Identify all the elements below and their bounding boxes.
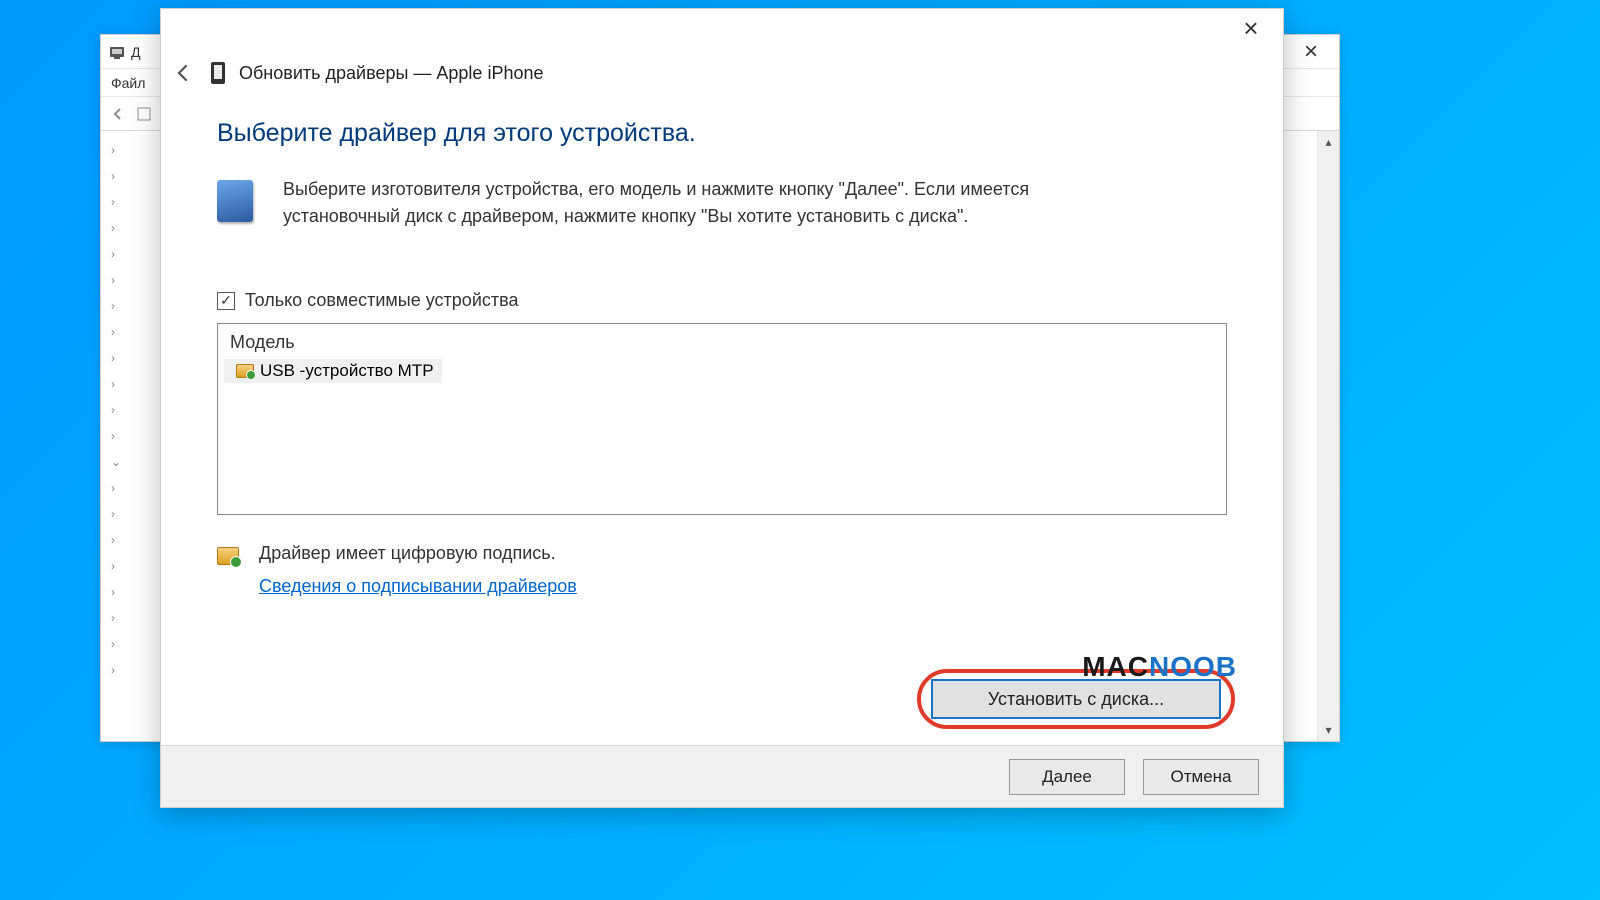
- dialog-titlebar: ×: [161, 9, 1283, 53]
- compatible-checkbox[interactable]: ✓: [217, 292, 235, 310]
- scroll-up-icon[interactable]: ▴: [1318, 131, 1339, 153]
- watermark-part2: NOOB: [1149, 651, 1237, 682]
- device-icon: [217, 180, 253, 222]
- watermark-part1: MAC: [1082, 651, 1149, 682]
- list-item-label: USB -устройство MTP: [260, 361, 434, 381]
- dialog-header: Обновить драйверы — Apple iPhone: [161, 53, 1283, 93]
- scroll-down-icon[interactable]: ▾: [1318, 719, 1339, 741]
- instruction-row: Выберите изготовителя устройства, его мо…: [217, 176, 1227, 230]
- model-listbox[interactable]: Модель USB -устройство MTP: [217, 323, 1227, 515]
- update-driver-dialog: × Обновить драйверы — Apple iPhone Выбер…: [160, 8, 1284, 808]
- list-item[interactable]: USB -устройство MTP: [224, 359, 442, 383]
- signature-link[interactable]: Сведения о подписывании драйверов: [259, 576, 577, 597]
- back-arrow-icon[interactable]: [169, 59, 197, 87]
- mtp-device-icon: [236, 364, 254, 378]
- toolbar-button[interactable]: [133, 103, 155, 125]
- compatible-checkbox-row: ✓ Только совместимые устройства: [217, 290, 1227, 311]
- menu-file[interactable]: Файл: [111, 75, 145, 91]
- device-manager-icon: [109, 44, 125, 60]
- dialog-body: Выберите драйвер для этого устройства. В…: [161, 93, 1283, 745]
- listbox-header: Модель: [218, 324, 1226, 359]
- next-button[interactable]: Далее: [1009, 759, 1125, 795]
- dialog-close-button[interactable]: ×: [1231, 13, 1271, 47]
- scrollbar[interactable]: ▴ ▾: [1317, 131, 1339, 741]
- install-from-disk-button[interactable]: Установить с диска...: [931, 679, 1221, 719]
- dialog-footer: Далее Отмена: [161, 745, 1283, 807]
- page-heading: Выберите драйвер для этого устройства.: [217, 119, 1227, 148]
- toolbar-back-icon[interactable]: [107, 103, 129, 125]
- signature-row: Драйвер имеет цифровую подпись. Сведения…: [217, 543, 1227, 597]
- compatible-checkbox-label: Только совместимые устройства: [245, 290, 519, 311]
- cancel-button[interactable]: Отмена: [1143, 759, 1259, 795]
- signature-icon: [217, 547, 239, 565]
- instruction-text: Выберите изготовителя устройства, его мо…: [283, 176, 1063, 230]
- dialog-title: Обновить драйверы — Apple iPhone: [239, 63, 544, 84]
- watermark: MACNOOB: [1082, 651, 1237, 683]
- back-close-button[interactable]: ×: [1291, 39, 1331, 65]
- phone-icon: [211, 62, 225, 84]
- signature-text: Драйвер имеет цифровую подпись.: [259, 543, 577, 564]
